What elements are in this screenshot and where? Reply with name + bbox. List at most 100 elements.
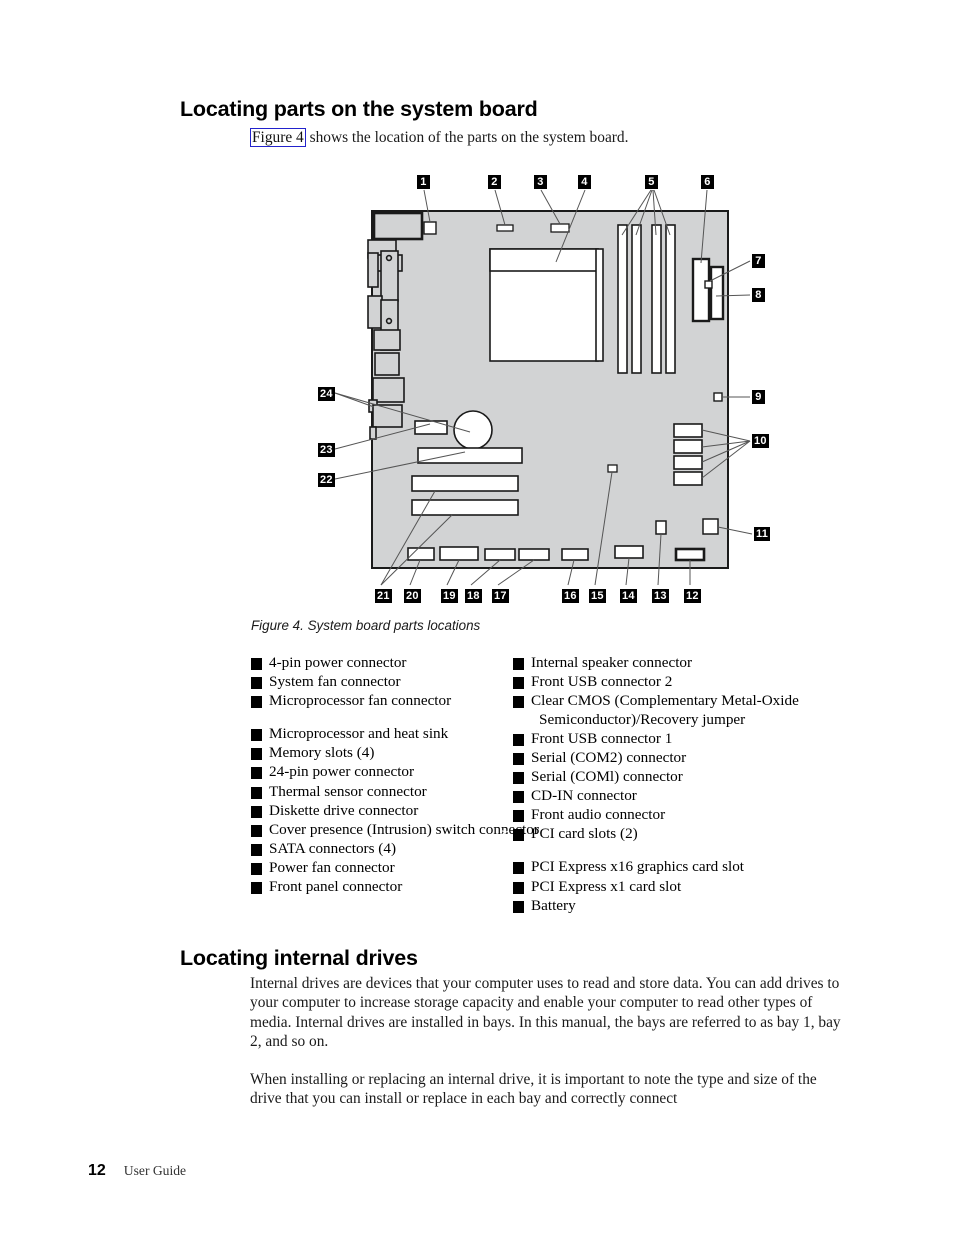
legend-badge-10: 10 [238, 843, 262, 856]
legend-column-right: 13 Internal speaker connector 14 Front USB … [500, 654, 873, 916]
legend-label-5: Memory slots (4) [269, 744, 375, 762]
legend-item-3: 3 Microprocessor fan connector [241, 692, 541, 711]
leader-lines [334, 189, 753, 586]
intro-text: shows the location of the parts on the s… [305, 129, 629, 146]
legend-item-15: 15 Clear CMOS (Complementary Metal-Oxide … [500, 692, 873, 729]
callout-19: 19 [441, 589, 458, 603]
callout-23: 23 [318, 443, 335, 457]
legend-spacer [251, 711, 541, 725]
legend-badge-2: 2 [241, 677, 262, 690]
callout-6: 6 [701, 175, 714, 189]
figure-caption: Figure 4. System board parts locations [251, 618, 481, 633]
legend-badge-4: 4 [241, 729, 262, 742]
legend-item-12: 12 Front panel connector [238, 878, 541, 897]
callout-4: 4 [578, 175, 591, 189]
legend-label-21: PCI card slots (2) [531, 825, 638, 843]
page-number: 12 [88, 1162, 106, 1179]
legend-label-16: Front USB connector 1 [531, 729, 673, 747]
callout-12: 12 [684, 589, 701, 603]
legend-badge-22: 22 [500, 862, 524, 875]
legend-label-7: Thermal sensor connector [269, 782, 427, 800]
legend-label-12: Front panel connector [269, 878, 403, 896]
legend-badge-23: 23 [500, 881, 524, 894]
legend-badge-6: 6 [241, 767, 262, 780]
callout-7: 7 [752, 254, 765, 268]
callout-10: 10 [752, 434, 769, 448]
footer-title: User Guide [123, 1163, 187, 1178]
system-board-figure: 1 2 3 4 5 6 7 8 9 10 11 12 13 14 15 16 17 18 19 20 21 22 23 24 [0, 0, 954, 620]
legend-item-22: 22 PCI Express x16 graphics card slot [500, 858, 873, 877]
callout-22: 22 [318, 473, 335, 487]
legend-label-15: Clear CMOS (Complementary Metal-Oxide Se… [531, 692, 799, 728]
legend-column-left: 1 4-pin power connector 2 System fan connec… [238, 654, 541, 897]
legend-label-19: CD-IN connector [531, 787, 637, 805]
legend-item-10: 10 SATA connectors (4) [238, 839, 541, 859]
legend-badge-24: 24 [500, 900, 524, 913]
legend-label-14: Front USB connector 2 [531, 673, 673, 691]
legend-label-17: Serial (COM2) connector [531, 748, 687, 766]
legend-label-8: Diskette drive connector [269, 801, 419, 819]
legend-label-13: Internal speaker connector [531, 654, 693, 671]
legend-badge-21: 21 [500, 829, 524, 842]
legend-badge-12: 12 [238, 882, 262, 895]
callout-15: 15 [589, 589, 606, 603]
legend-badge-13: 13 [500, 658, 524, 670]
legend-item-20: 20 Front audio connector [500, 806, 873, 825]
page-title-locating-parts: Locating parts on the system board [180, 97, 538, 121]
legend-label-1: 4-pin power connector [269, 654, 407, 671]
legend-item-1: 1 4-pin power connector [241, 654, 541, 673]
page-footer: 12 User Guide [88, 1162, 186, 1180]
legend-badge-20: 20 [500, 810, 524, 823]
legend-label-23: PCI Express x1 card slot [531, 877, 682, 895]
callout-8: 8 [752, 288, 765, 302]
legend-spacer [513, 844, 873, 858]
callout-5: 5 [645, 175, 658, 189]
legend-badge-11: 11 [238, 862, 262, 875]
legend-item-2: 2 System fan connector [241, 673, 541, 692]
page-title-locating-drives: Locating internal drives [180, 946, 418, 970]
legend-label-3: Microprocessor fan connector [269, 692, 452, 710]
drives-paragraph-1: Internal drives are devices that your co… [250, 975, 841, 1051]
legend-badge-14: 14 [500, 677, 524, 690]
callout-1: 1 [417, 175, 430, 189]
legend-item-18: 18 Serial (COMl) connector [500, 768, 873, 787]
legend-item-19: 19 CD-IN connector [500, 787, 873, 806]
legend-label-10: SATA connectors (4) [269, 839, 397, 857]
legend-badge-15: 15 [500, 696, 524, 709]
legend-badge-8: 8 [241, 805, 262, 818]
legend-badge-16: 16 [500, 733, 524, 746]
drives-paragraph-2: When installing or replacing an internal… [250, 1071, 817, 1108]
legend-label-4: Microprocessor and heat sink [269, 725, 449, 743]
legend-label-9: Cover presence (Intrusion) switch connec… [269, 820, 539, 838]
callout-3: 3 [534, 175, 547, 189]
callout-2: 2 [488, 175, 501, 189]
callout-11: 11 [754, 527, 771, 541]
legend-item-4: 4 Microprocessor and heat sink [241, 725, 541, 744]
legend-label-24: Battery [531, 896, 576, 914]
legend-label-11: Power fan connector [269, 858, 395, 876]
legend-badge-19: 19 [500, 791, 524, 804]
legend-item-24: 24 Battery [500, 896, 873, 916]
legend-label-2: System fan connector [269, 673, 401, 691]
legend-item-21: 21 PCI card slots (2) [500, 825, 873, 844]
callout-17: 17 [492, 589, 509, 603]
callout-13: 13 [652, 589, 669, 603]
legend-label-18: Serial (COMl) connector [531, 768, 683, 786]
callout-20: 20 [404, 589, 421, 603]
legend-item-8: 8 Diskette drive connector [241, 801, 541, 821]
figure-4-link[interactable]: Figure 4 [250, 128, 306, 147]
legend-badge-17: 17 [500, 752, 524, 765]
callout-14: 14 [620, 589, 637, 603]
legend-badge-5: 5 [241, 748, 262, 761]
legend-badge-3: 3 [241, 696, 262, 709]
legend-badge-1: 1 [241, 658, 262, 670]
legend-item-17: 17 Serial (COM2) connector [500, 748, 873, 768]
legend-item-23: 23 PCI Express x1 card slot [500, 877, 873, 897]
legend-item-13: 13 Internal speaker connector [500, 654, 873, 673]
legend-item-11: 11 Power fan connector [238, 858, 541, 878]
callout-9: 9 [752, 390, 765, 404]
legend-badge-18: 18 [500, 772, 524, 785]
callout-18: 18 [465, 589, 482, 603]
legend-item-6: 6 24-pin power connector [241, 763, 541, 782]
callout-16: 16 [562, 589, 579, 603]
